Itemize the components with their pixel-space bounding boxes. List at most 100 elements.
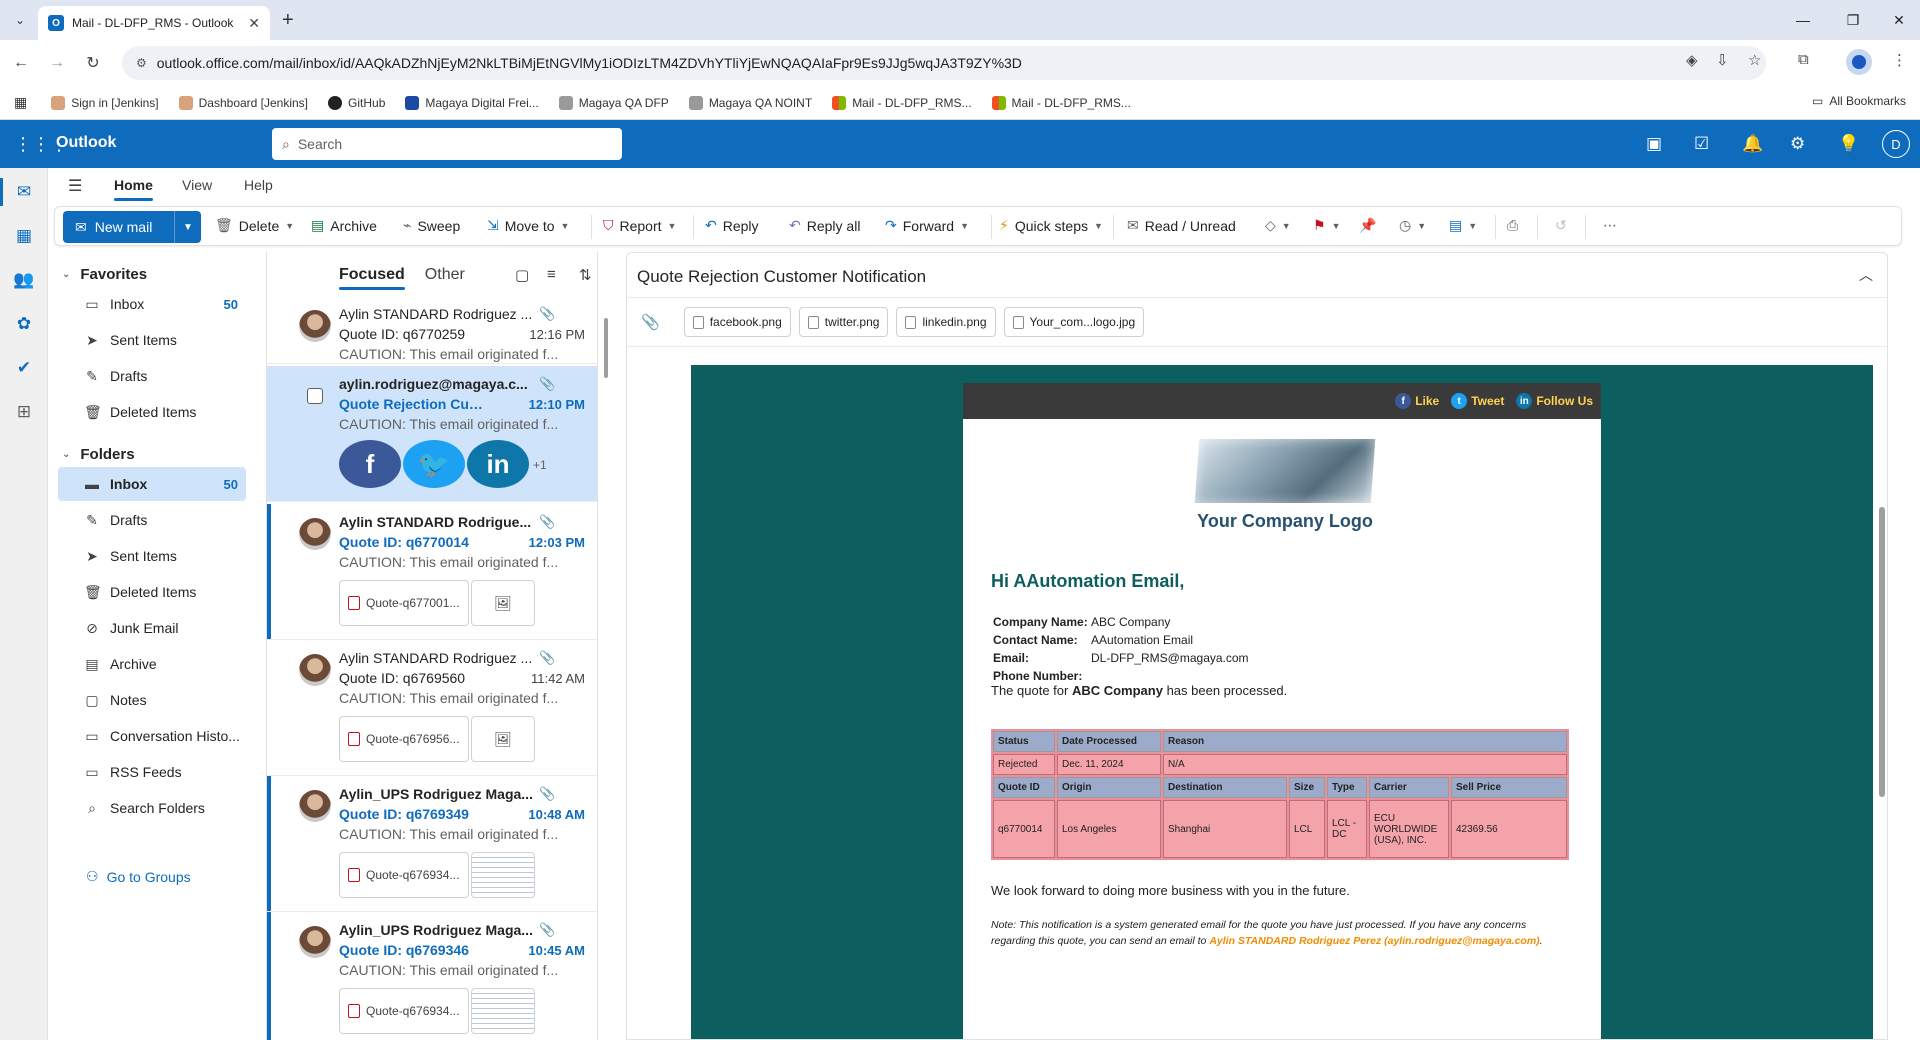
archive-button[interactable]: ▤ Archive — [311, 217, 377, 234]
folder-junk-email[interactable]: ⊘ Junk Email — [58, 611, 246, 645]
list-item[interactable]: Aylin_UPS Rodriguez Maga... 📎 Quote ID: … — [267, 776, 597, 912]
folder-conversation-history[interactable]: ▭ Conversation Histo... — [58, 719, 246, 753]
list-item[interactable]: Aylin STANDARD Rodrigue... 📎 Quote ID: q… — [267, 504, 597, 640]
settings-gear-icon[interactable]: ⚙ — [1790, 134, 1805, 154]
install-app-icon[interactable]: ⇩ — [1716, 51, 1729, 69]
extensions-icon[interactable]: ⧉ — [1798, 51, 1809, 68]
tab-search-chevron-icon[interactable]: ⌄ — [8, 8, 32, 32]
favorite-sent-items[interactable]: ➤ Sent Items — [58, 323, 246, 357]
bookmark-mail-1[interactable]: Mail - DL-DFP_RMS... — [824, 92, 979, 114]
forward-arrow-icon[interactable]: → — [46, 52, 68, 74]
select-checkbox[interactable] — [307, 388, 323, 404]
minimize-icon[interactable]: — — [1776, 0, 1830, 40]
favorites-header[interactable]: ⌄ Favorites — [62, 266, 147, 283]
folder-search-folders[interactable]: ⌕ Search Folders — [58, 791, 246, 825]
all-bookmarks[interactable]: ▭ All Bookmarks — [1812, 94, 1906, 108]
read-unread-button[interactable]: ✉ Read / Unread — [1127, 217, 1236, 234]
facebook-like-link[interactable]: f Like — [1395, 393, 1439, 409]
account-avatar[interactable]: D — [1882, 130, 1910, 158]
hamburger-menu-icon[interactable]: ☰ — [68, 176, 82, 196]
attachment-chip[interactable]: Quote-q676956... — [339, 716, 469, 762]
profile-avatar[interactable] — [1846, 49, 1872, 75]
rules-button[interactable]: ▤ ▼ — [1449, 217, 1477, 234]
message-list-scrollbar[interactable] — [604, 318, 608, 378]
reply-button[interactable]: ↶ Reply — [705, 217, 759, 234]
pin-button[interactable]: 📌 — [1359, 217, 1376, 234]
browser-menu-icon[interactable]: ⋮ — [1892, 51, 1907, 69]
favorite-deleted-items[interactable]: 🗑 Deleted Items — [58, 395, 246, 429]
bookmark-magaya-qa-dfp[interactable]: Magaya QA DFP — [551, 92, 677, 114]
reply-all-button[interactable]: ↶ Reply all — [789, 217, 860, 234]
calendar-icon[interactable]: ▦ — [12, 224, 36, 248]
linkedin-thumb-icon[interactable]: in — [467, 440, 529, 488]
contact-email-link[interactable]: Aylin STANDARD Rodriguez Perez (aylin.ro… — [1209, 935, 1539, 947]
search-input[interactable]: ⌕ Search — [272, 128, 622, 160]
quick-steps-button[interactable]: ⚡ Quick steps ▼ — [999, 217, 1103, 234]
twitter-thumb-icon[interactable]: 🐦 — [403, 440, 465, 488]
tab-view[interactable]: View — [182, 177, 212, 193]
bookmark-github[interactable]: GitHub — [320, 92, 393, 114]
outlook-brand[interactable]: Outlook — [56, 134, 116, 152]
new-mail-dropdown-chevron-icon[interactable]: ▼ — [175, 222, 201, 233]
browser-tab[interactable]: O Mail - DL-DFP_RMS - Outlook ✕ — [38, 6, 270, 40]
attachment-chip[interactable]: Quote-q676934... — [339, 988, 469, 1034]
list-item-selected[interactable]: aylin.rodriguez@magaya.c... 📎 Quote Reje… — [267, 366, 597, 502]
sort-icon[interactable]: ⇅ — [579, 266, 592, 284]
more-apps-icon[interactable]: ⊞ — [12, 400, 36, 424]
image-attachment-icon[interactable]: 🖼 — [471, 716, 535, 762]
new-tab-plus-icon[interactable]: + — [282, 9, 294, 32]
report-button[interactable]: ⛉ Report ▼ — [603, 217, 676, 234]
new-mail-button[interactable]: ✉ New mail ▼ — [63, 211, 201, 243]
groups-icon[interactable]: ✿ — [12, 312, 36, 336]
site-info-icon[interactable]: ⚙ — [136, 56, 147, 70]
my-day-icon[interactable]: ☑ — [1694, 134, 1709, 154]
twitter-tweet-link[interactable]: t Tweet — [1451, 393, 1504, 409]
list-item[interactable]: Aylin STANDARD Rodriguez ... 📎 Quote ID:… — [267, 296, 597, 364]
people-icon[interactable]: 👥 — [12, 268, 36, 292]
select-mode-icon[interactable]: ▢ — [515, 266, 529, 284]
attachment-linkedin[interactable]: linkedin.png — [896, 307, 996, 337]
bookmark-jenkins-dashboard[interactable]: Dashboard [Jenkins] — [171, 92, 316, 114]
sweep-button[interactable]: ⌁ Sweep — [403, 217, 460, 234]
categorize-button[interactable]: ◇ ▼ — [1265, 217, 1291, 234]
bookmark-magaya-qa-noint[interactable]: Magaya QA NOINT — [681, 92, 820, 114]
folder-rss-feeds[interactable]: ▭ RSS Feeds — [58, 755, 246, 789]
reading-pane-scrollbar[interactable] — [1879, 357, 1885, 1037]
notifications-bell-icon[interactable]: 🔔 — [1742, 134, 1763, 154]
apps-grid-icon[interactable]: ▦ — [14, 94, 27, 111]
attachment-facebook[interactable]: facebook.png — [683, 307, 791, 337]
tab-close-icon[interactable]: ✕ — [248, 15, 260, 32]
favorite-drafts[interactable]: ✎ Drafts — [58, 359, 246, 393]
teams-icon[interactable]: ▣ — [1646, 134, 1662, 154]
bookmark-mail-2[interactable]: Mail - DL-DFP_RMS... — [984, 92, 1139, 114]
attachment-twitter[interactable]: twitter.png — [798, 307, 889, 337]
filter-icon[interactable]: ≡ — [547, 266, 556, 283]
print-button[interactable]: ⎙ — [1507, 217, 1518, 234]
folder-sent-items[interactable]: ➤ Sent Items — [58, 539, 246, 573]
tab-other[interactable]: Other — [425, 266, 465, 284]
linkedin-follow-link[interactable]: in Follow Us — [1516, 393, 1593, 409]
move-to-button[interactable]: ⇲ Move to ▼ — [487, 217, 569, 234]
tab-focused[interactable]: Focused — [339, 266, 405, 290]
reload-icon[interactable]: ↻ — [82, 52, 104, 74]
folder-archive[interactable]: ▤ Archive — [58, 647, 246, 681]
forward-button[interactable]: ↷ Forward ▼ — [885, 217, 969, 234]
attachment-chip[interactable]: Quote-q676934... — [339, 852, 469, 898]
folders-header[interactable]: ⌄ Folders — [62, 446, 135, 463]
flag-button[interactable]: ⚑ ▼ — [1313, 217, 1340, 234]
eye-icon[interactable]: ◈ — [1686, 51, 1698, 69]
window-close-icon[interactable]: ✕ — [1872, 0, 1920, 40]
collapse-chevron-up-icon[interactable]: ︿ — [1859, 265, 1873, 285]
folder-drafts[interactable]: ✎ Drafts — [58, 503, 246, 537]
attachment-company-logo[interactable]: Your_com...logo.jpg — [1003, 307, 1145, 337]
table-thumbnail[interactable] — [471, 988, 535, 1034]
bookmark-magaya-digital[interactable]: Magaya Digital Frei... — [397, 92, 546, 114]
snooze-button[interactable]: ◷ ▼ — [1399, 217, 1426, 234]
list-item[interactable]: Aylin_UPS Rodriguez Maga... 📎 Quote ID: … — [267, 912, 597, 1040]
back-arrow-icon[interactable]: ← — [10, 52, 32, 74]
list-item[interactable]: Aylin STANDARD Rodriguez ... 📎 Quote ID:… — [267, 640, 597, 776]
bookmark-jenkins-signin[interactable]: Sign in [Jenkins] — [43, 92, 166, 114]
undo-button[interactable]: ↺ — [1555, 217, 1567, 234]
facebook-thumb-icon[interactable]: f — [339, 440, 401, 488]
tab-help[interactable]: Help — [244, 177, 273, 193]
